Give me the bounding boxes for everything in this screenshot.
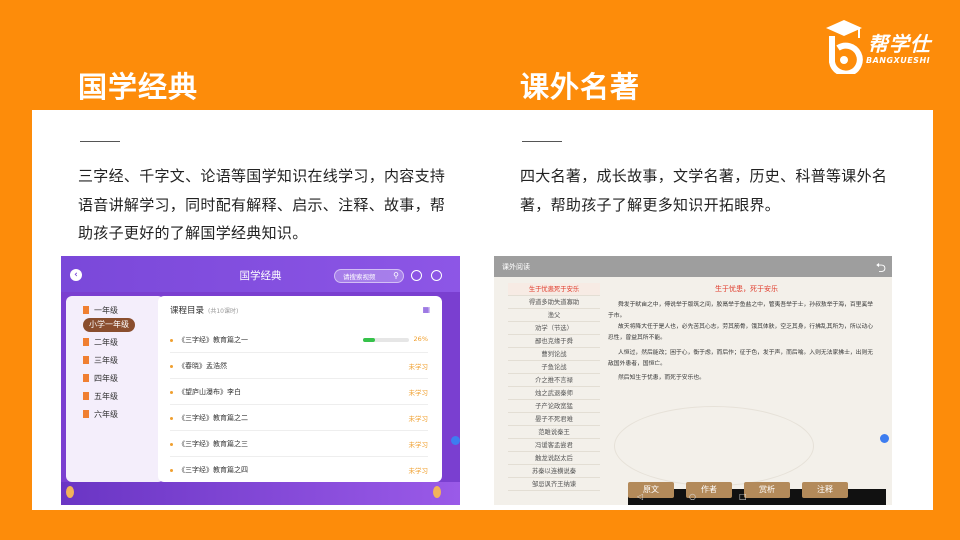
bullet-icon — [170, 391, 173, 394]
lesson-status: 未学习 — [408, 415, 429, 423]
chapter-item[interactable]: 曹刿论战 — [508, 348, 600, 361]
search-icon: ⚲ — [393, 271, 399, 280]
chapter-item[interactable]: 渔父 — [508, 309, 600, 322]
bullet-icon — [170, 417, 173, 420]
brand-logo: 帮学仕 BANGXUESHI — [820, 18, 950, 78]
chapter-item[interactable]: 冯谖客孟尝君 — [508, 439, 600, 452]
lesson-name: 《三字经》教育篇之二 — [178, 414, 248, 422]
grade-sidebar: 一年级 小学一年级 二年级 三年级 四年级 五年级 六年级 — [66, 296, 164, 482]
course-list-panel: 课程目录 (共10课时) ▦ 《三字经》教育篇之一 26% 《春晓》孟浩然 未学习… — [158, 296, 442, 482]
lesson-row[interactable]: 《三字经》教育篇之二 未学习 — [170, 407, 428, 431]
lesson-status: 26% — [413, 335, 428, 343]
logo-text: 帮学仕 — [868, 32, 931, 56]
search-input[interactable]: 请搜索视频 ⚲ — [334, 269, 404, 283]
lesson-row[interactable]: 《春晓》孟浩然 未学习 — [170, 355, 428, 379]
lesson-status: 未学习 — [408, 363, 429, 371]
chapter-item[interactable]: 介之推不言禄 — [508, 374, 600, 387]
bullet-icon — [170, 339, 173, 342]
progress-fill — [363, 338, 375, 342]
grid-view-icon[interactable]: ▦ — [422, 305, 430, 314]
logo-mark-icon — [826, 20, 863, 77]
chapter-item[interactable]: 晏子不死君难 — [508, 413, 600, 426]
lesson-status: 未学习 — [408, 441, 429, 449]
grade-item[interactable]: 一年级 — [83, 304, 118, 318]
divider-right — [522, 141, 562, 142]
nav-recent-icon[interactable]: □ — [739, 492, 747, 501]
chapter-item[interactable]: 烛之武退秦师 — [508, 387, 600, 400]
floating-action-icon[interactable] — [451, 436, 460, 445]
lesson-name: 《望庐山瀑布》李白 — [178, 388, 241, 396]
bookmark-icon — [83, 356, 89, 364]
grade-item-selected[interactable]: 小学一年级 — [83, 318, 135, 332]
lesson-row[interactable]: 《三字经》教育篇之三 未学习 — [170, 433, 428, 457]
app-footer — [61, 482, 460, 505]
grade-item[interactable]: 四年级 — [83, 372, 118, 386]
chapter-item[interactable]: 邹忌讽齐王纳谏 — [508, 478, 600, 491]
grade-item[interactable]: 五年级 — [83, 390, 118, 404]
lesson-status: 未学习 — [408, 389, 429, 397]
chapter-item[interactable]: 范雎说秦王 — [508, 426, 600, 439]
lesson-progress-bar — [363, 338, 409, 342]
bullet-icon — [170, 469, 173, 472]
lesson-name: 《三字经》教育篇之四 — [178, 466, 248, 474]
lesson-status: 未学习 — [408, 467, 429, 475]
section-title-guoxue: 国学经典 — [78, 70, 199, 104]
course-count: (共10课时) — [208, 308, 239, 315]
leaf-decoration-icon — [433, 486, 441, 498]
nav-home-icon[interactable]: ○ — [689, 492, 696, 501]
grade-item[interactable]: 三年级 — [83, 354, 118, 368]
bookmark-icon — [83, 410, 89, 418]
article-heading: 生于忧患，死于安乐 — [715, 285, 778, 293]
chapter-item[interactable]: 触龙说赵太后 — [508, 452, 600, 465]
article-paragraph: 人恒过，然后能改；困于心，衡于虑，而后作；征于色，发于声，而后喻。入则无法家拂士… — [608, 350, 874, 367]
chapter-item[interactable]: 得道多助失道寡助 — [508, 296, 600, 309]
lesson-row[interactable]: 《三字经》教育篇之四 未学习 — [170, 459, 428, 483]
tab-appreciation[interactable]: 赏析 — [744, 482, 790, 498]
leaf-decoration-icon — [66, 486, 74, 498]
description-mingzhu: 四大名著，成长故事，文学名著，历史、科普等课外名著，帮助孩子了解更多知识开拓眼界… — [520, 167, 888, 214]
divider-left — [80, 141, 120, 142]
article-paragraph: 然后知生于忧患，而死于安乐也。 — [618, 375, 705, 381]
search-placeholder: 请搜索视频 — [343, 273, 376, 281]
bookmark-icon — [83, 306, 89, 314]
tab-original[interactable]: 原文 — [628, 482, 674, 498]
tab-notes[interactable]: 注释 — [802, 482, 848, 498]
lesson-name: 《三字经》教育篇之一 — [178, 336, 248, 344]
logo-subtext: BANGXUESHI — [866, 56, 931, 65]
app-title: 课外阅读 — [502, 263, 530, 271]
article-paragraph: 舜发于畎亩之中，傅说举于版筑之间，胶鬲举于鱼盐之中，管夷吾举于士，孙叔敖举于海，… — [608, 302, 874, 319]
course-header: 课程目录 (共10课时) — [170, 306, 239, 316]
bookmark-icon — [83, 374, 89, 382]
bookmark-icon — [83, 392, 89, 400]
guoxue-app-screenshot: ‹ 国学经典 请搜索视频 ⚲ 一年级 小学一年级 二年级 三年级 四年级 五年级… — [61, 256, 460, 505]
chapter-item[interactable]: 劝学（节选） — [508, 322, 600, 335]
chapter-item[interactable]: 生于忧患死于安乐 — [508, 283, 600, 296]
grade-item[interactable]: 六年级 — [83, 408, 118, 422]
bullet-icon — [170, 443, 173, 446]
bullet-icon — [170, 365, 173, 368]
chapter-item[interactable]: 子产论政宽猛 — [508, 400, 600, 413]
app-header — [494, 256, 892, 277]
lesson-row[interactable]: 《望庐山瀑布》李白 未学习 — [170, 381, 428, 405]
chapter-list: 生于忧患死于安乐 得道多助失道寡助 渔父 劝学（节选） 鄙也克缘于舜 曹刿论战 子鱼论战 介之… — [508, 283, 600, 491]
background-pattern — [614, 406, 814, 486]
chapter-item[interactable]: 子鱼论战 — [508, 361, 600, 374]
download-icon[interactable] — [411, 270, 422, 281]
lesson-row[interactable]: 《三字经》教育篇之一 26% — [170, 329, 428, 353]
grade-item[interactable]: 二年级 — [83, 336, 118, 350]
lesson-name: 《春晓》孟浩然 — [178, 362, 227, 370]
description-guoxue: 三字经、千字文、论语等国学知识在线学习，内容支持语音讲解学习，同时配有解释、启示… — [78, 167, 446, 242]
chapter-item[interactable]: 鄙也克缘于舜 — [508, 335, 600, 348]
reading-app-screenshot: 课外阅读 ⮌ 生于忧患死于安乐 得道多助失道寡助 渔父 劝学（节选） 鄙也克缘于舜 曹刿论… — [494, 256, 892, 505]
history-icon[interactable] — [431, 270, 442, 281]
section-title-mingzhu: 课外名著 — [520, 70, 641, 104]
bookmark-icon — [83, 338, 89, 346]
floating-action-icon[interactable] — [880, 434, 889, 443]
article-paragraph: 故天将降大任于是人也，必先苦其心志，劳其筋骨，饿其体肤，空乏其身，行拂乱其所为，… — [608, 324, 874, 341]
chapter-item[interactable]: 苏秦以连横说秦 — [508, 465, 600, 478]
return-arrow-icon[interactable]: ⮌ — [876, 259, 886, 281]
nav-back-icon[interactable]: ◁ — [637, 492, 643, 501]
lesson-name: 《三字经》教育篇之三 — [178, 440, 248, 448]
